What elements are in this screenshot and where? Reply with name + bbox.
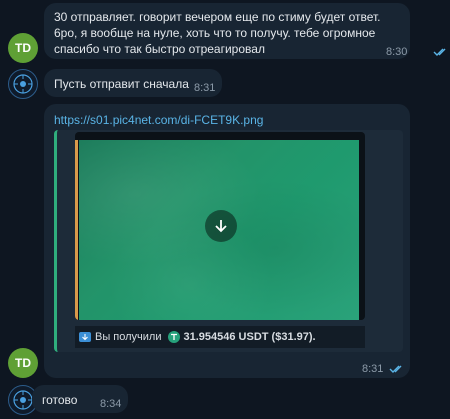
message-time: 8:31 bbox=[194, 82, 216, 94]
message-bubble: 30 отправляет. говорит вечером еще по ст… bbox=[44, 3, 446, 59]
message-bubble: готово 8:34 bbox=[32, 385, 128, 413]
message-text: готово bbox=[42, 393, 78, 407]
message-time: 8:34 bbox=[100, 398, 122, 410]
message-bubble: https://s01.pic4net.com/di-FCET9K.png Вы… bbox=[44, 104, 410, 378]
bot-avatar-icon bbox=[13, 390, 33, 410]
message-time: 8:30 bbox=[386, 46, 408, 58]
message-text: 30 отправляет. говорит вечером еще по ст… bbox=[54, 10, 381, 56]
message-time: 8:31 bbox=[362, 363, 384, 375]
avatar[interactable]: TD bbox=[8, 348, 38, 378]
bot-avatar-icon bbox=[13, 74, 33, 94]
download-icon[interactable] bbox=[205, 210, 237, 242]
caption-amount: 31.954546 USDT ($31.97). bbox=[183, 331, 316, 343]
preview-image[interactable] bbox=[79, 140, 359, 320]
double-check-icon bbox=[389, 365, 402, 373]
preview-caption: Вы получили 31.954546 USDT ($31.97). bbox=[75, 326, 365, 348]
message-text: Пусть отправит сначала bbox=[54, 77, 189, 91]
double-check-icon bbox=[433, 48, 446, 56]
caption-prefix: Вы получили bbox=[95, 331, 162, 343]
message-bubble: Пусть отправит сначала 8:31 bbox=[44, 69, 222, 97]
message-link[interactable]: https://s01.pic4net.com/di-FCET9K.png bbox=[54, 112, 263, 128]
link-preview[interactable]: Вы получили 31.954546 USDT ($31.97). bbox=[54, 130, 403, 352]
avatar[interactable] bbox=[8, 69, 38, 99]
preview-image-frame bbox=[75, 132, 365, 320]
avatar-initials: TD bbox=[15, 41, 31, 55]
tether-icon bbox=[167, 331, 180, 343]
image-accent-bar bbox=[75, 140, 78, 320]
avatar-initials: TD bbox=[15, 356, 31, 370]
wallet-icon bbox=[79, 332, 91, 342]
avatar[interactable]: TD bbox=[8, 33, 38, 63]
